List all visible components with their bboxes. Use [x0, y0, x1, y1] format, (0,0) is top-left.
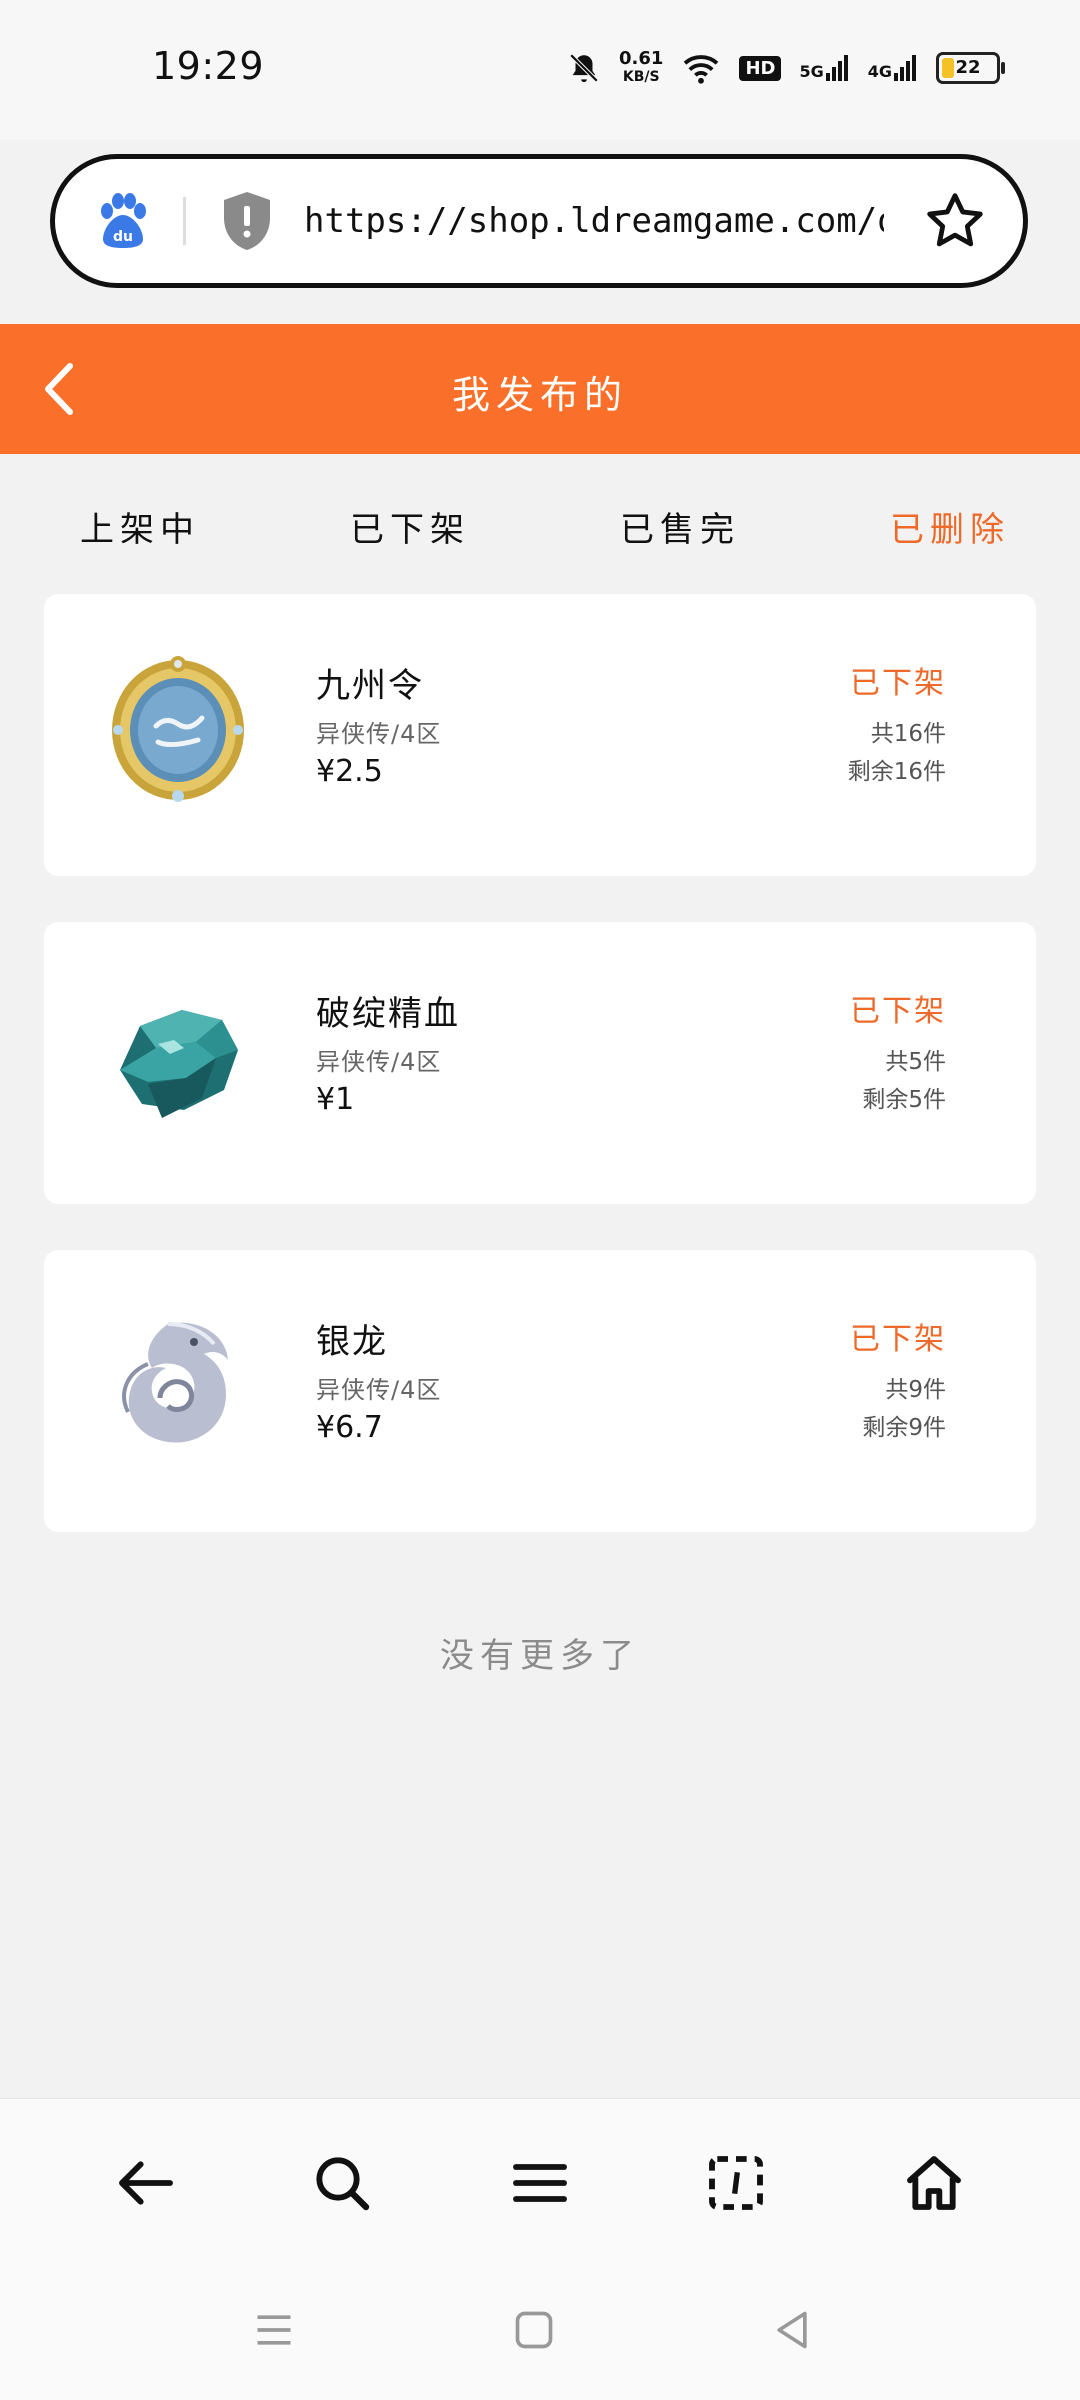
page-title: 我发布的: [451, 373, 628, 417]
hd-badge: HD: [739, 55, 782, 81]
back-arrow-icon[interactable]: [114, 2151, 178, 2215]
menu-icon[interactable]: [508, 2151, 572, 2215]
home-icon[interactable]: [902, 2151, 966, 2215]
net-label-4g: 4G: [867, 62, 892, 81]
list-item[interactable]: 九州令 异侠传/4区 ¥2.5 已下架 共16件 剩余16件: [44, 594, 1036, 876]
baidu-paw-icon[interactable]: du: [93, 191, 153, 251]
tabs-icon[interactable]: [704, 2151, 768, 2215]
item-price: ¥6.7: [316, 1410, 383, 1445]
status-badge: 已下架: [850, 1322, 946, 1357]
item-server: 异侠传/4区: [316, 1048, 442, 1076]
item-name: 破绽精血: [316, 994, 460, 1034]
tab-on-sale[interactable]: 上架中: [80, 502, 200, 551]
wifi-icon: [684, 55, 719, 84]
security-shield-icon[interactable]: [220, 190, 274, 252]
item-remaining: 剩余16件: [847, 759, 946, 785]
speed-value: 0.61: [619, 48, 664, 69]
net-label-5g: 5G: [799, 62, 824, 81]
status-badge: 已下架: [850, 666, 946, 701]
item-name: 银龙: [316, 1322, 388, 1362]
item-total: 共16件: [870, 721, 946, 747]
silver-dragon-icon: [122, 1322, 228, 1443]
browser-toolbar: [0, 2098, 1080, 2269]
medal-icon: [112, 656, 244, 802]
back-triangle-icon[interactable]: [770, 2308, 814, 2352]
tab-deleted[interactable]: 已删除: [890, 502, 1010, 551]
mute-bell-icon: [569, 53, 599, 83]
item-price: ¥1: [316, 1082, 355, 1117]
bookmark-star-icon[interactable]: [923, 189, 987, 253]
no-more-text: 没有更多了: [440, 1636, 640, 1676]
clock: 19:29: [152, 44, 265, 88]
status-bar: 19:29 0.61 KB/S HD 5G 4G 22: [0, 0, 1080, 140]
status-icons: 0.61 KB/S HD 5G 4G 22: [567, 46, 1005, 90]
tab-delisted[interactable]: 已下架: [350, 502, 470, 551]
signal-5g: 5G: [799, 55, 849, 81]
network-speed: 0.61 KB/S: [619, 50, 663, 86]
list-item[interactable]: 银龙 异侠传/4区 ¥6.7 已下架 共9件 剩余9件: [44, 1250, 1036, 1532]
speed-unit: KB/S: [622, 69, 660, 85]
status-badge: 已下架: [850, 994, 946, 1029]
crystal-icon: [120, 1010, 238, 1118]
page-header: 我发布的: [0, 324, 1080, 454]
signal-bars-icon: [894, 55, 916, 81]
item-remaining: 剩余5件: [862, 1087, 946, 1113]
item-total: 共5件: [885, 1049, 946, 1075]
search-icon[interactable]: [310, 2151, 374, 2215]
tab-sold-out[interactable]: 已售完: [620, 502, 740, 551]
battery-level: 22: [955, 57, 981, 78]
url-text[interactable]: https://shop.ldreamgame.com/o ...: [304, 201, 884, 241]
url-divider: [183, 197, 186, 245]
system-nav-bar: [0, 2268, 1080, 2400]
item-total: 共9件: [885, 1377, 946, 1403]
signal-4g: 4G: [868, 55, 918, 81]
item-remaining: 剩余9件: [862, 1415, 946, 1441]
item-server: 异侠传/4区: [316, 1376, 442, 1404]
svg-text:du: du: [113, 229, 133, 245]
status-tabs: 上架中 已下架 已售完 已删除: [0, 480, 1080, 570]
home-button-icon[interactable]: [512, 2308, 556, 2352]
signal-bars-icon: [825, 55, 848, 81]
item-server: 异侠传/4区: [316, 720, 442, 748]
battery-indicator: 22: [936, 52, 1005, 84]
address-bar[interactable]: du https://shop.ldreamgame.com/o ...: [50, 154, 1028, 288]
item-price: ¥2.5: [316, 754, 383, 789]
list-item[interactable]: 破绽精血 异侠传/4区 ¥1 已下架 共5件 剩余5件: [44, 922, 1036, 1204]
item-name: 九州令: [316, 666, 424, 706]
recent-apps-icon[interactable]: [252, 2308, 296, 2352]
